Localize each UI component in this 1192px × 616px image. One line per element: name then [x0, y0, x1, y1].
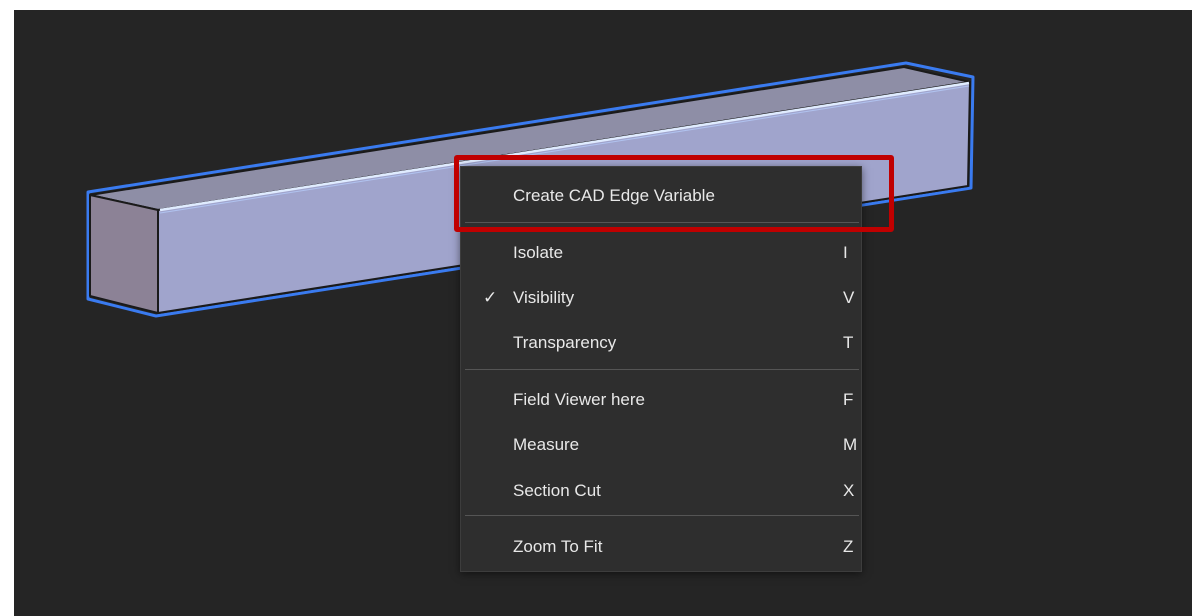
check-icon: ✓ — [483, 288, 498, 307]
menu-item-shortcut: F — [843, 390, 854, 409]
menu-separator — [465, 369, 859, 370]
menu-item-shortcut: I — [843, 243, 848, 262]
menu-item-measure[interactable]: Measure M — [461, 426, 861, 464]
context-menu: Create CAD Edge Variable Isolate I ✓ Vis… — [460, 166, 862, 572]
menu-item-field-viewer-here[interactable]: Field Viewer here F — [461, 381, 861, 419]
menu-item-visibility[interactable]: ✓ Visibility V — [461, 279, 861, 317]
menu-item-section-cut[interactable]: Section Cut X — [461, 472, 861, 510]
menu-item-label: Create CAD Edge Variable — [513, 186, 715, 205]
menu-item-label: Transparency — [513, 333, 617, 352]
menu-separator — [465, 515, 859, 516]
menu-item-shortcut: V — [843, 288, 855, 307]
menu-item-label: Isolate — [513, 243, 564, 262]
menu-item-zoom-to-fit[interactable]: Zoom To Fit Z — [461, 528, 861, 566]
menu-item-label: Measure — [513, 435, 580, 454]
menu-item-label: Section Cut — [513, 481, 601, 500]
beam-end-face[interactable] — [89, 194, 159, 314]
menu-item-shortcut: M — [843, 435, 858, 454]
menu-item-shortcut: T — [843, 333, 854, 352]
menu-item-label: Field Viewer here — [513, 390, 645, 409]
menu-item-shortcut: Z — [843, 537, 854, 556]
menu-item-shortcut: X — [843, 481, 855, 500]
menu-item-create-cad-edge-variable[interactable]: Create CAD Edge Variable — [461, 177, 861, 215]
menu-item-label: Visibility — [513, 288, 575, 307]
menu-separator — [465, 222, 859, 223]
menu-item-isolate[interactable]: Isolate I — [461, 234, 861, 272]
menu-item-transparency[interactable]: Transparency T — [461, 324, 861, 362]
menu-item-label: Zoom To Fit — [513, 537, 603, 556]
